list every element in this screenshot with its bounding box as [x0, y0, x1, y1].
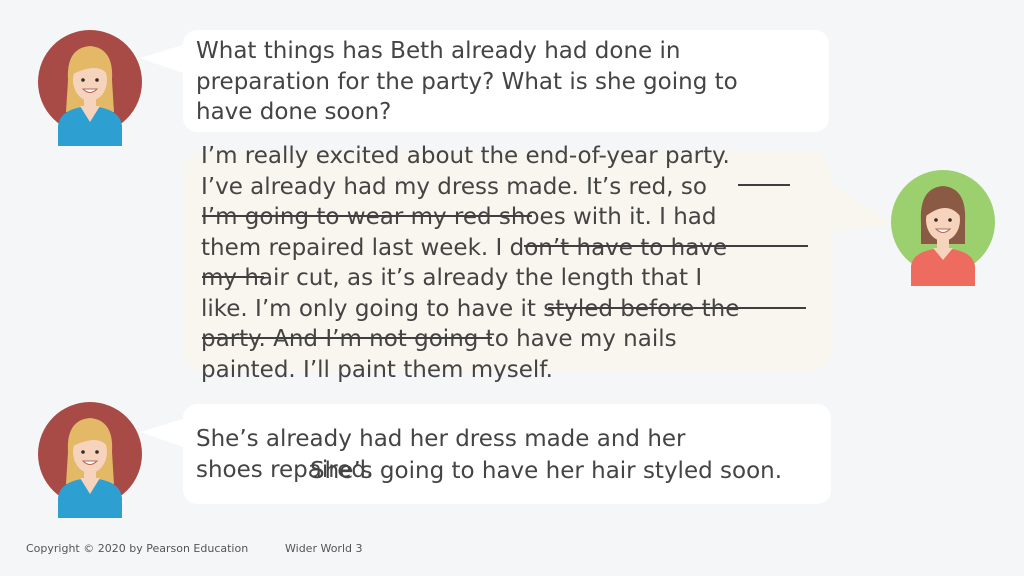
- teacher-avatar-icon: [38, 30, 142, 146]
- question-line-2: preparation for the party? What is she g…: [196, 68, 738, 95]
- beth-line-4: them repaired last week. I don’t have to…: [201, 234, 728, 261]
- answer-line-2b: She’s going to have her hair styled soon…: [310, 458, 783, 484]
- book-title-text: Wider World 3: [285, 542, 363, 555]
- strike-line: [548, 307, 806, 309]
- strike-line: [202, 337, 492, 339]
- teacher-avatar-icon: [38, 402, 142, 518]
- beth-line-6: like. I’m only going to have it styled b…: [201, 295, 740, 322]
- beth-avatar-icon: [891, 170, 995, 286]
- answer-line-1: She’s already had her dress made and her: [196, 426, 686, 452]
- beth-bubble-tail: [826, 180, 896, 232]
- strike-line: [202, 276, 264, 278]
- strike-line: [738, 184, 790, 186]
- answer-bubble-tail: [140, 418, 186, 448]
- question-bubble-tail: [140, 44, 186, 74]
- beth-line-3: I’m going to wear my red shoes with it. …: [201, 204, 717, 230]
- beth-line-7: party. And I’m not going to have my nail…: [201, 326, 677, 352]
- copyright-text: Copyright © 2020 by Pearson Education: [26, 542, 249, 555]
- question-line-3: have done soon?: [196, 99, 392, 125]
- beth-line-5: my hair cut, as it’s already the length …: [201, 265, 703, 291]
- strike-line: [202, 215, 532, 217]
- beth-line-2: I’ve already had my dress made. It’s red…: [201, 173, 707, 200]
- strike-line: [524, 245, 808, 247]
- beth-line-8: painted. I’ll paint them myself.: [201, 356, 553, 383]
- beth-line-1: I’m really excited about the end-of-year…: [201, 143, 730, 169]
- question-line-1: What things has Beth already had done in: [196, 38, 681, 64]
